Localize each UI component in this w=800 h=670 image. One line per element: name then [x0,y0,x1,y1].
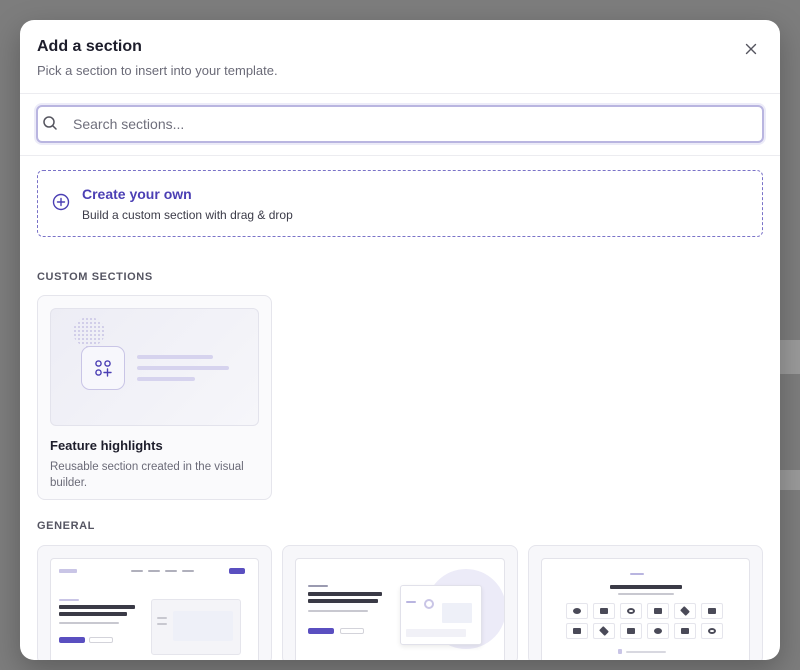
nav-link-shape [131,570,143,572]
text-shape [629,573,644,575]
modal-title: Add a section [37,38,142,55]
text-shape [59,599,79,601]
mockup-chart [406,629,467,637]
nav-button-shape [229,568,245,574]
background-shape [778,470,800,490]
logo-shape [59,569,77,573]
card-description: Reusable section created in the visual b… [50,461,244,489]
custom-sections-label: CUSTOM SECTIONS [37,271,153,283]
create-title: Create your own [82,186,192,202]
general-label: GENERAL [37,520,95,532]
text-shape [308,585,329,587]
mockup-line [157,623,167,625]
create-subtitle: Build a custom section with drag & drop [82,208,293,222]
logo-glyph [680,628,689,634]
logo-glyph [653,628,662,634]
search-icon [43,116,57,130]
logo-glyph [572,628,581,634]
section-preview [50,308,259,426]
small-icon-shape [617,649,622,654]
heading-shape [308,599,379,603]
placeholder-line [137,366,229,370]
logo-glyph [599,608,608,614]
text-shape [617,593,674,595]
heading-shape [609,585,682,589]
section-thumbnail [540,558,750,660]
logo-glyph [707,608,716,614]
search-bar [20,94,780,156]
logo-glyph [626,608,635,614]
close-icon [745,43,757,55]
heading-shape [308,592,383,596]
apps-add-icon [95,360,112,377]
secondary-button-shape [340,628,365,634]
nav-link-shape [165,570,177,572]
text-shape [59,622,119,624]
mockup-line [157,617,167,619]
modal-content: Create your own Build a custom section w… [20,156,780,660]
section-card[interactable] [282,545,518,660]
secondary-button-shape [89,637,113,643]
plus-circle-icon [52,193,70,211]
mockup-line [406,601,417,603]
text-shape [308,610,369,612]
card-title: Feature highlights [50,438,163,453]
heading-shape [59,612,127,616]
create-your-own-button[interactable]: Create your own Build a custom section w… [37,170,763,237]
modal-subtitle: Pick a section to insert into your templ… [37,63,278,78]
nav-link-shape [182,570,194,572]
section-card[interactable] [527,545,763,660]
logo-glyph [626,628,635,634]
feature-icon [81,346,125,390]
heading-shape [59,605,135,609]
background-shape [778,340,800,374]
section-card[interactable] [37,545,273,660]
logo-glyph [572,608,581,614]
cta-button-shape [59,637,85,643]
search-field [36,105,764,143]
text-shape [625,651,666,653]
placeholder-line [137,355,213,359]
mockup-chart [442,603,473,623]
search-input[interactable] [38,107,762,141]
close-button[interactable] [740,38,762,60]
placeholder-line [137,377,195,381]
section-card-feature-highlights[interactable]: Feature highlights Reusable section crea… [37,295,272,500]
logo-glyph [707,628,716,634]
nav-link-shape [148,570,160,572]
cta-button-shape [308,628,335,634]
general-sections-grid [37,545,763,660]
logo-glyph [653,608,662,614]
mockup-chart [173,611,233,641]
section-thumbnail [50,558,260,660]
section-thumbnail [295,558,505,660]
modal-header: Add a section Pick a section to insert i… [20,20,780,94]
dot-pattern [73,317,105,347]
add-section-modal: Add a section Pick a section to insert i… [20,20,780,660]
